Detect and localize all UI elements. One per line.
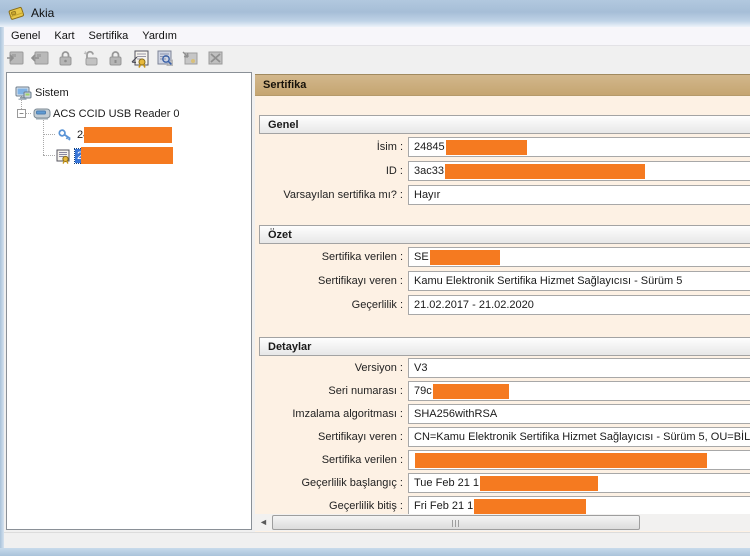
tree-node-reader[interactable]: ACS CCID USB Reader 0 [33, 105, 180, 123]
view-certificate-icon[interactable] [130, 48, 151, 69]
window-frame-bottom [0, 548, 750, 556]
redaction-block [445, 164, 645, 179]
field-row-id: ID : 3ac33 [255, 161, 750, 181]
field-value-box[interactable]: SE [408, 247, 750, 267]
field-row-gecerlilik-bitis: Geçerlilik bitiş : Fri Feb 21 1 [255, 496, 750, 516]
collapse-expander[interactable]: − [17, 109, 26, 118]
certificate-icon [55, 149, 72, 164]
redaction-block [474, 499, 586, 514]
change-pin-icon[interactable] [105, 48, 126, 69]
field-row-imzalama: Imzalama algoritması : SHA256withRSA [255, 404, 750, 424]
field-row-sertifika-verilen-detay: Sertifika verilen : [255, 450, 750, 470]
menu-yardim[interactable]: Yardım [135, 28, 184, 44]
app-icon [8, 5, 25, 22]
field-label: Imzalama algoritması : [255, 404, 403, 424]
field-value-box[interactable]: 24845 [408, 137, 750, 157]
field-value-box[interactable] [408, 450, 750, 470]
redaction-block [480, 476, 598, 491]
field-label: Sertifikayı veren : [255, 271, 403, 291]
field-value-box[interactable]: 3ac33 [408, 161, 750, 181]
redaction-block [84, 127, 172, 143]
redaction-block [81, 147, 173, 164]
field-row-gecerlilik: Geçerlilik : 21.02.2017 - 21.02.2020 [255, 295, 750, 315]
field-row-seri-numarasi: Seri numarası : 79c [255, 381, 750, 401]
field-label: ID : [255, 161, 403, 181]
tree-node-label: ACS CCID USB Reader 0 [53, 108, 180, 120]
field-value-box[interactable]: Tue Feb 21 1 [408, 473, 750, 493]
field-label: Versiyon : [255, 358, 403, 378]
field-value-box[interactable]: 79c [408, 381, 750, 401]
lock-pin-icon[interactable] [55, 48, 76, 69]
field-value-box[interactable]: CN=Kamu Elektronik Sertifika Hizmet Sağl… [408, 427, 750, 447]
field-value-box[interactable]: Kamu Elektronik Sertifika Hizmet Sağlayı… [408, 271, 750, 291]
section-header-ozet: Özet [259, 225, 750, 244]
tree-node-system[interactable]: Sistem [15, 84, 69, 102]
field-value-box[interactable]: V3 [408, 358, 750, 378]
title-bar[interactable]: Akia [0, 0, 750, 27]
field-label: İsim : [255, 137, 403, 157]
delete-certificate-icon[interactable] [205, 48, 226, 69]
scrollbar-thumb[interactable] [272, 515, 640, 530]
field-row-sertifika-verilen: Sertifika verilen : SE [255, 247, 750, 267]
menu-kart[interactable]: Kart [47, 28, 81, 44]
menu-genel[interactable]: Genel [4, 28, 47, 44]
certificate-details-icon[interactable] [155, 48, 176, 69]
field-row-varsayilan: Varsayılan sertifika mı? : Hayır [255, 185, 750, 205]
redaction-block [430, 250, 500, 265]
window-title: Akia [31, 6, 54, 20]
unlock-pin-icon[interactable] [80, 48, 101, 69]
field-label: Geçerlilik bitiş : [255, 496, 403, 516]
scroll-left-arrow-icon[interactable]: ◄ [255, 514, 272, 531]
field-row-gecerlilik-baslangic: Geçerlilik başlangıç : Tue Feb 21 1 [255, 473, 750, 493]
field-value-box[interactable]: Hayır [408, 185, 750, 205]
window-frame-left [0, 27, 4, 548]
menu-bar: Genel Kart Sertifika Yardım [0, 27, 750, 46]
field-label: Sertifikayı veren : [255, 427, 403, 447]
key-icon [57, 128, 74, 143]
section-header-detaylar: Detaylar [259, 337, 750, 356]
field-label: Sertifika verilen : [255, 247, 403, 267]
redaction-block [446, 140, 527, 155]
field-row-sertifikayi-veren-detay: Sertifikayı veren : CN=Kamu Elektronik S… [255, 427, 750, 447]
status-bar [0, 532, 750, 548]
redaction-block [415, 453, 707, 468]
field-row-isim: İsim : 24845 [255, 137, 750, 157]
tree-node-label: Sistem [35, 87, 69, 99]
field-value-box[interactable]: Fri Feb 21 1 [408, 496, 750, 516]
field-value-box[interactable]: SHA256withRSA [408, 404, 750, 424]
field-row-versiyon: Versiyon : V3 [255, 358, 750, 378]
scrollbar-grip-icon [452, 520, 461, 527]
computer-icon [15, 86, 32, 101]
card-reader-icon [33, 107, 50, 122]
horizontal-scrollbar[interactable]: ◄ [255, 514, 750, 531]
field-label: Geçerlilik başlangıç : [255, 473, 403, 493]
panel-title: Sertifika [255, 74, 750, 96]
menu-sertifika[interactable]: Sertifika [82, 28, 136, 44]
field-row-sertifikayi-veren: Sertifikayı veren : Kamu Elektronik Sert… [255, 271, 750, 291]
field-label: Geçerlilik : [255, 295, 403, 315]
redaction-block [433, 384, 509, 399]
field-value-box[interactable]: 21.02.2017 - 21.02.2020 [408, 295, 750, 315]
field-label: Seri numarası : [255, 381, 403, 401]
insert-card-icon[interactable] [5, 48, 26, 69]
import-certificate-icon[interactable] [180, 48, 201, 69]
field-label: Sertifika verilen : [255, 450, 403, 470]
certificate-panel: Sertifika Genel İsim : 24845 ID : 3ac33 … [255, 74, 750, 532]
section-header-genel: Genel [259, 115, 750, 134]
remove-card-icon[interactable] [30, 48, 51, 69]
device-tree-panel: Sistem − ACS CCID USB Reader 0 24845 248… [6, 72, 252, 530]
toolbar [0, 46, 750, 71]
field-label: Varsayılan sertifika mı? : [255, 185, 403, 205]
app-window: Akia Genel Kart Sertifika Yardım [0, 0, 750, 556]
